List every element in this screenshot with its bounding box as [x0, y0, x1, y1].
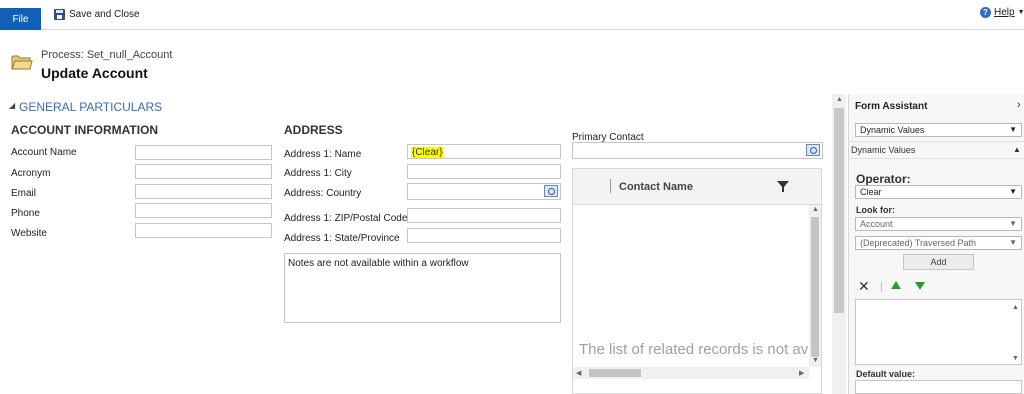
page-title: Update Account [41, 65, 148, 81]
email-field[interactable] [135, 184, 272, 199]
mode-dropdown-value: Dynamic Values [860, 125, 925, 135]
look-for-path-dropdown[interactable]: (Deprecated) Traversed Path ▼ [855, 236, 1022, 250]
address-zip-field[interactable] [407, 208, 561, 223]
look-for-entity-dropdown[interactable]: Account ▼ [855, 217, 1022, 231]
account-name-label: Account Name [11, 147, 77, 158]
address-zip-label: Address 1: ZIP/Postal Code [284, 213, 408, 224]
page-scrollbar-thumb[interactable] [834, 108, 844, 313]
operator-dropdown[interactable]: Clear ▼ [855, 185, 1022, 199]
notes-panel: Notes are not available within a workflo… [284, 253, 561, 323]
primary-contact-field[interactable] [572, 142, 823, 159]
form-assistant-title: Form Assistant [855, 101, 928, 112]
dynamic-values-list[interactable] [855, 299, 1022, 365]
list-scroll-down-arrow[interactable]: ▼ [1012, 355, 1019, 362]
scroll-down-arrow[interactable]: ▼ [812, 357, 819, 364]
clear-value-tag[interactable]: {Clear} [411, 147, 444, 158]
delete-icon[interactable]: ✕ [858, 279, 870, 293]
email-label: Email [11, 188, 37, 199]
mode-dropdown[interactable]: Dynamic Values ▼ [855, 123, 1022, 137]
list-scroll-up-arrow[interactable]: ▲ [1012, 304, 1019, 311]
chevron-right-icon[interactable]: › [1017, 99, 1021, 111]
contacts-subgrid: Contact Name ▲ ▼ The list of related rec… [572, 168, 822, 394]
website-field[interactable] [135, 223, 272, 238]
account-name-field[interactable] [135, 145, 272, 160]
lookup-icon[interactable] [806, 144, 820, 156]
address-name-label: Address 1: Name [284, 149, 362, 160]
save-and-close-button[interactable]: Save and Close [54, 6, 140, 22]
chevron-up-icon[interactable]: ▲ [1013, 145, 1021, 154]
save-icon [54, 8, 65, 20]
toolbar-divider [881, 282, 882, 292]
dynamic-values-label: Dynamic Values [851, 145, 916, 155]
look-for-entity-value: Account [860, 219, 893, 229]
address-country-label: Address: Country [284, 188, 362, 199]
chevron-down-icon: ▼ [1009, 238, 1017, 247]
save-and-close-label: Save and Close [69, 8, 140, 20]
acronym-field[interactable] [135, 164, 272, 179]
command-bar [0, 0, 1024, 30]
move-down-icon[interactable] [915, 282, 925, 290]
folder-icon [11, 55, 33, 70]
chevron-down-icon: ▼ [1009, 219, 1017, 228]
help-icon: ? [980, 7, 991, 18]
address-city-label: Address 1: City [284, 168, 352, 179]
look-for-path-value: (Deprecated) Traversed Path [860, 238, 977, 248]
chevron-down-icon: ▼ [1009, 187, 1017, 196]
chevron-down-icon: ▼ [1017, 9, 1024, 16]
filter-icon-stem [782, 187, 784, 192]
acronym-label: Acronym [11, 168, 51, 179]
contact-name-column[interactable]: Contact Name [619, 181, 693, 193]
address-state-label: Address 1: State/Province [284, 233, 400, 244]
move-up-icon[interactable] [891, 281, 901, 289]
section-title[interactable]: GENERAL PARTICULARS [19, 100, 162, 114]
account-info-title: ACCOUNT INFORMATION [11, 123, 159, 137]
operator-value: Clear [860, 187, 882, 197]
phone-label: Phone [11, 208, 40, 219]
grid-horizontal-thumb[interactable] [589, 369, 641, 377]
address-country-field[interactable] [407, 183, 561, 200]
empty-grid-message: The list of related records is not avail… [579, 341, 809, 358]
scroll-left-arrow[interactable]: ◀ [576, 369, 581, 377]
look-for-label: Look for: [856, 205, 895, 215]
add-button[interactable]: Add [903, 254, 974, 270]
chevron-down-icon: ▼ [1009, 125, 1017, 134]
website-label: Website [11, 228, 47, 239]
address-city-field[interactable] [407, 164, 561, 179]
grid-vertical-thumb[interactable] [811, 217, 819, 357]
collapse-icon[interactable]: ◢ [9, 101, 15, 110]
scroll-right-arrow[interactable]: ▶ [799, 369, 804, 377]
default-value-field[interactable] [855, 380, 1022, 394]
phone-field[interactable] [135, 203, 272, 218]
help-menu[interactable]: ? Help ▼ [980, 7, 1024, 18]
address-name-field[interactable]: {Clear} [407, 144, 561, 159]
address-title: ADDRESS [284, 123, 343, 137]
address-state-field[interactable] [407, 228, 561, 243]
process-label: Process: Set_null_Account [41, 49, 173, 61]
lookup-icon[interactable] [544, 185, 558, 197]
column-divider [610, 179, 611, 193]
scroll-up-arrow[interactable]: ▲ [812, 206, 819, 213]
page-scroll-up-arrow[interactable]: ▲ [836, 96, 843, 103]
file-button[interactable]: File [0, 8, 41, 30]
default-value-label: Default value: [856, 369, 916, 379]
help-label: Help [994, 7, 1015, 18]
operator-label: Operator: [856, 172, 911, 186]
